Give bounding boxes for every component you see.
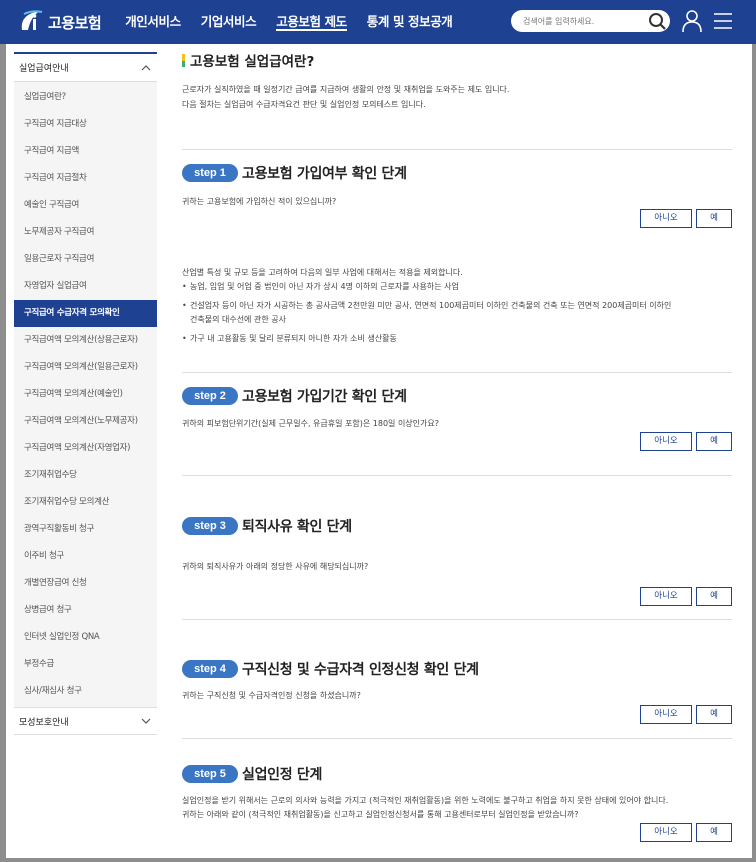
sidebar-item[interactable]: 구직급여 지급액 [14,138,157,165]
step-title: 구직신청 및 수급자격 인정신청 확인 단계 [242,662,479,678]
step-5-no-button[interactable]: 아니오 [640,823,692,842]
side-list: 실업급여란? 구직급여 지급대상 구직급여 지급액 구직급여 지급절차 예술인 구직급여… [14,82,157,707]
step-1-yes-button[interactable]: 예 [696,209,732,228]
step-1-question: 귀하는 고용보험에 가입하신 적이 있으십니까? [182,197,337,206]
step-4-header: step 4 구직신청 및 수급자격 인정신청 확인 단계 [182,659,479,679]
intro-text: 근로자가 실직하였을 때 일정기간 급여를 지급하여 생활의 안정 및 재취업을… [182,82,509,112]
chevron-up-icon [141,64,151,70]
step-1-header: step 1 고용보험 가입여부 확인 단계 [182,163,407,183]
sidebar-item[interactable]: 구직급여 수급자격 모의확인 [14,300,157,327]
logo-text: 고용보험 [48,13,102,32]
intro-line: 다음 절차는 실업급여 수급자격요건 판단 및 실업인정 모의테스트 입니다. [182,100,426,109]
sidebar-item[interactable]: 구직급여액 모의계산(예술인) [14,381,157,408]
step-3-no-button[interactable]: 아니오 [640,587,692,606]
page-title-text: 고용보험 실업급여란? [190,54,315,70]
step-3-question: 귀하의 퇴직사유가 아래의 정당한 사유에 해당되십니까? [182,562,369,571]
sidebar-item[interactable]: 실업급여란? [14,84,157,111]
note-text: 농업, 임업 및 어업 중 법인이 아닌 자가 상시 4명 이하의 근로자를 사… [190,282,459,291]
sidebar-item[interactable]: 조기재취업수당 모의계산 [14,489,157,516]
side-group-unemployment[interactable]: 실업급여안내 [14,52,157,82]
step-badge: step 3 [182,517,238,535]
sidebar-item[interactable]: 자영업자 실업급여 [14,273,157,300]
top-header: 고용보험 개인서비스 기업서비스 고용보험 제도 통계 및 정보공개 [0,0,756,44]
step-5-yes-button[interactable]: 예 [696,823,732,842]
sidebar-item[interactable]: 구직급여 지급대상 [14,111,157,138]
step-3-header: step 3 퇴직사유 확인 단계 [182,516,352,536]
step-badge: step 5 [182,765,238,783]
step-badge: step 4 [182,660,238,678]
sidebar-item[interactable]: 구직급여액 모의계산(일용근로자) [14,354,157,381]
nav-statistics[interactable]: 통계 및 정보공개 [367,0,453,44]
note-bullet: • 농업, 임업 및 어업 중 법인이 아닌 자가 상시 4명 이하의 근로자를 … [182,280,671,294]
sidebar-item[interactable]: 광역구직활동비 청구 [14,516,157,543]
step-5-question: 실업인정을 받기 위해서는 근로의 의사와 능력을 가지고 (적극적인 재취업활… [182,796,669,805]
divider [182,619,732,620]
step-badge: step 2 [182,387,238,405]
step-1-no-button[interactable]: 아니오 [640,209,692,228]
nav-business-service[interactable]: 기업서비스 [201,0,257,44]
divider [182,475,732,476]
step-5-header: step 5 실업인정 단계 [182,764,322,784]
chevron-down-icon [141,718,151,724]
sidebar-item[interactable]: 상병급여 청구 [14,597,157,624]
note-lead: 산업별 특성 및 규모 등을 고려하여 다음의 일부 사업에 대해서는 적용을 … [182,268,463,277]
step-5-question-2: 귀하는 아래와 같이 (적극적인 재취업활동)을 신고하고 실업인정신청서를 통… [182,810,579,819]
main-nav: 개인서비스 기업서비스 고용보험 제도 통계 및 정보공개 [125,0,472,44]
divider [182,149,732,150]
note-text: 가구 내 고용활동 및 달리 분류되지 아니한 자가 소비 생산활동 [190,334,397,343]
sidebar-item[interactable]: 노무제공자 구직급여 [14,219,157,246]
title-accent [182,53,185,67]
note-bullet-cont: 건축물의 대수선에 관한 공사 [182,313,671,327]
sidebar-item[interactable]: 일용근로자 구직급여 [14,246,157,273]
note-text: 건축물의 대수선에 관한 공사 [190,315,286,324]
side-menu: 실업급여안내 실업급여란? 구직급여 지급대상 구직급여 지급액 구직급여 지급절차 예… [14,52,157,735]
sidebar-item[interactable]: 예술인 구직급여 [14,192,157,219]
intro-line: 근로자가 실직하였을 때 일정기간 급여를 지급하여 생활의 안정 및 재취업을… [182,85,510,94]
side-group-label: 실업급여안내 [19,64,69,74]
step-4-question: 귀하는 구직신청 및 수급자격인정 신청을 하셨습니까? [182,691,361,700]
sidebar-item[interactable]: 구직급여액 모의계산(자영업자) [14,435,157,462]
step-2-yes-button[interactable]: 예 [696,432,732,451]
sidebar-item[interactable]: 조기재취업수당 [14,462,157,489]
search-input[interactable] [523,13,643,29]
step-2-question: 귀하의 피보험단위기간(실제 근무일수, 유급휴일 포함)은 180일 이상인가… [182,419,439,428]
logo-mark-icon [21,10,43,30]
sidebar-item[interactable]: 구직급여 지급절차 [14,165,157,192]
divider [182,738,732,739]
sidebar-item[interactable]: 부정수급 [14,651,157,678]
side-group-maternity[interactable]: 모성보호안내 [14,707,157,735]
page-frame: 실업급여안내 실업급여란? 구직급여 지급대상 구직급여 지급액 구직급여 지급절차 예… [6,44,752,858]
step-4-yes-button[interactable]: 예 [696,705,732,724]
step-3-yes-button[interactable]: 예 [696,587,732,606]
note-bullet: • 건설업자 등이 아닌 자가 시공하는 총 공사금액 2천만원 미만 공사, 연… [182,299,671,313]
step-2-header: step 2 고용보험 가입기간 확인 단계 [182,386,407,406]
note-text: 건설업자 등이 아닌 자가 시공하는 총 공사금액 2천만원 미만 공사, 연면… [190,301,672,310]
sidebar-item[interactable]: 구직급여액 모의계산(상용근로자) [14,327,157,354]
sidebar-item[interactable]: 이주비 청구 [14,543,157,570]
side-group-label: 모성보호안내 [19,717,69,728]
search-box [511,10,670,32]
divider [182,372,732,373]
nav-insurance-system[interactable]: 고용보험 제도 [276,0,347,44]
site-logo[interactable]: 고용보험 [18,0,102,44]
sidebar-item[interactable]: 심사/재심사 청구 [14,678,157,705]
step-title: 퇴직사유 확인 단계 [242,519,352,535]
step-title: 고용보험 가입여부 확인 단계 [242,166,407,182]
nav-personal-service[interactable]: 개인서비스 [125,0,181,44]
hamburger-menu-icon[interactable] [713,12,733,30]
user-icon[interactable] [681,9,703,33]
sidebar-item[interactable]: 개별연장급여 신청 [14,570,157,597]
step-2-no-button[interactable]: 아니오 [640,432,692,451]
page-title: 고용보험 실업급여란? [182,50,314,70]
sidebar-item[interactable]: 인터넷 실업인정 QNA [14,624,157,651]
sidebar-item[interactable]: 구직급여액 모의계산(노무제공자) [14,408,157,435]
search-icon[interactable] [647,11,667,31]
step-badge: step 1 [182,164,238,182]
step-4-no-button[interactable]: 아니오 [640,705,692,724]
step-title: 실업인정 단계 [242,767,323,783]
exclusion-notes: 산업별 특성 및 규모 등을 고려하여 다음의 일부 사업에 대해서는 적용을 … [182,266,671,346]
step-title: 고용보험 가입기간 확인 단계 [242,389,407,405]
note-bullet: • 가구 내 고용활동 및 달리 분류되지 아니한 자가 소비 생산활동 [182,332,671,346]
